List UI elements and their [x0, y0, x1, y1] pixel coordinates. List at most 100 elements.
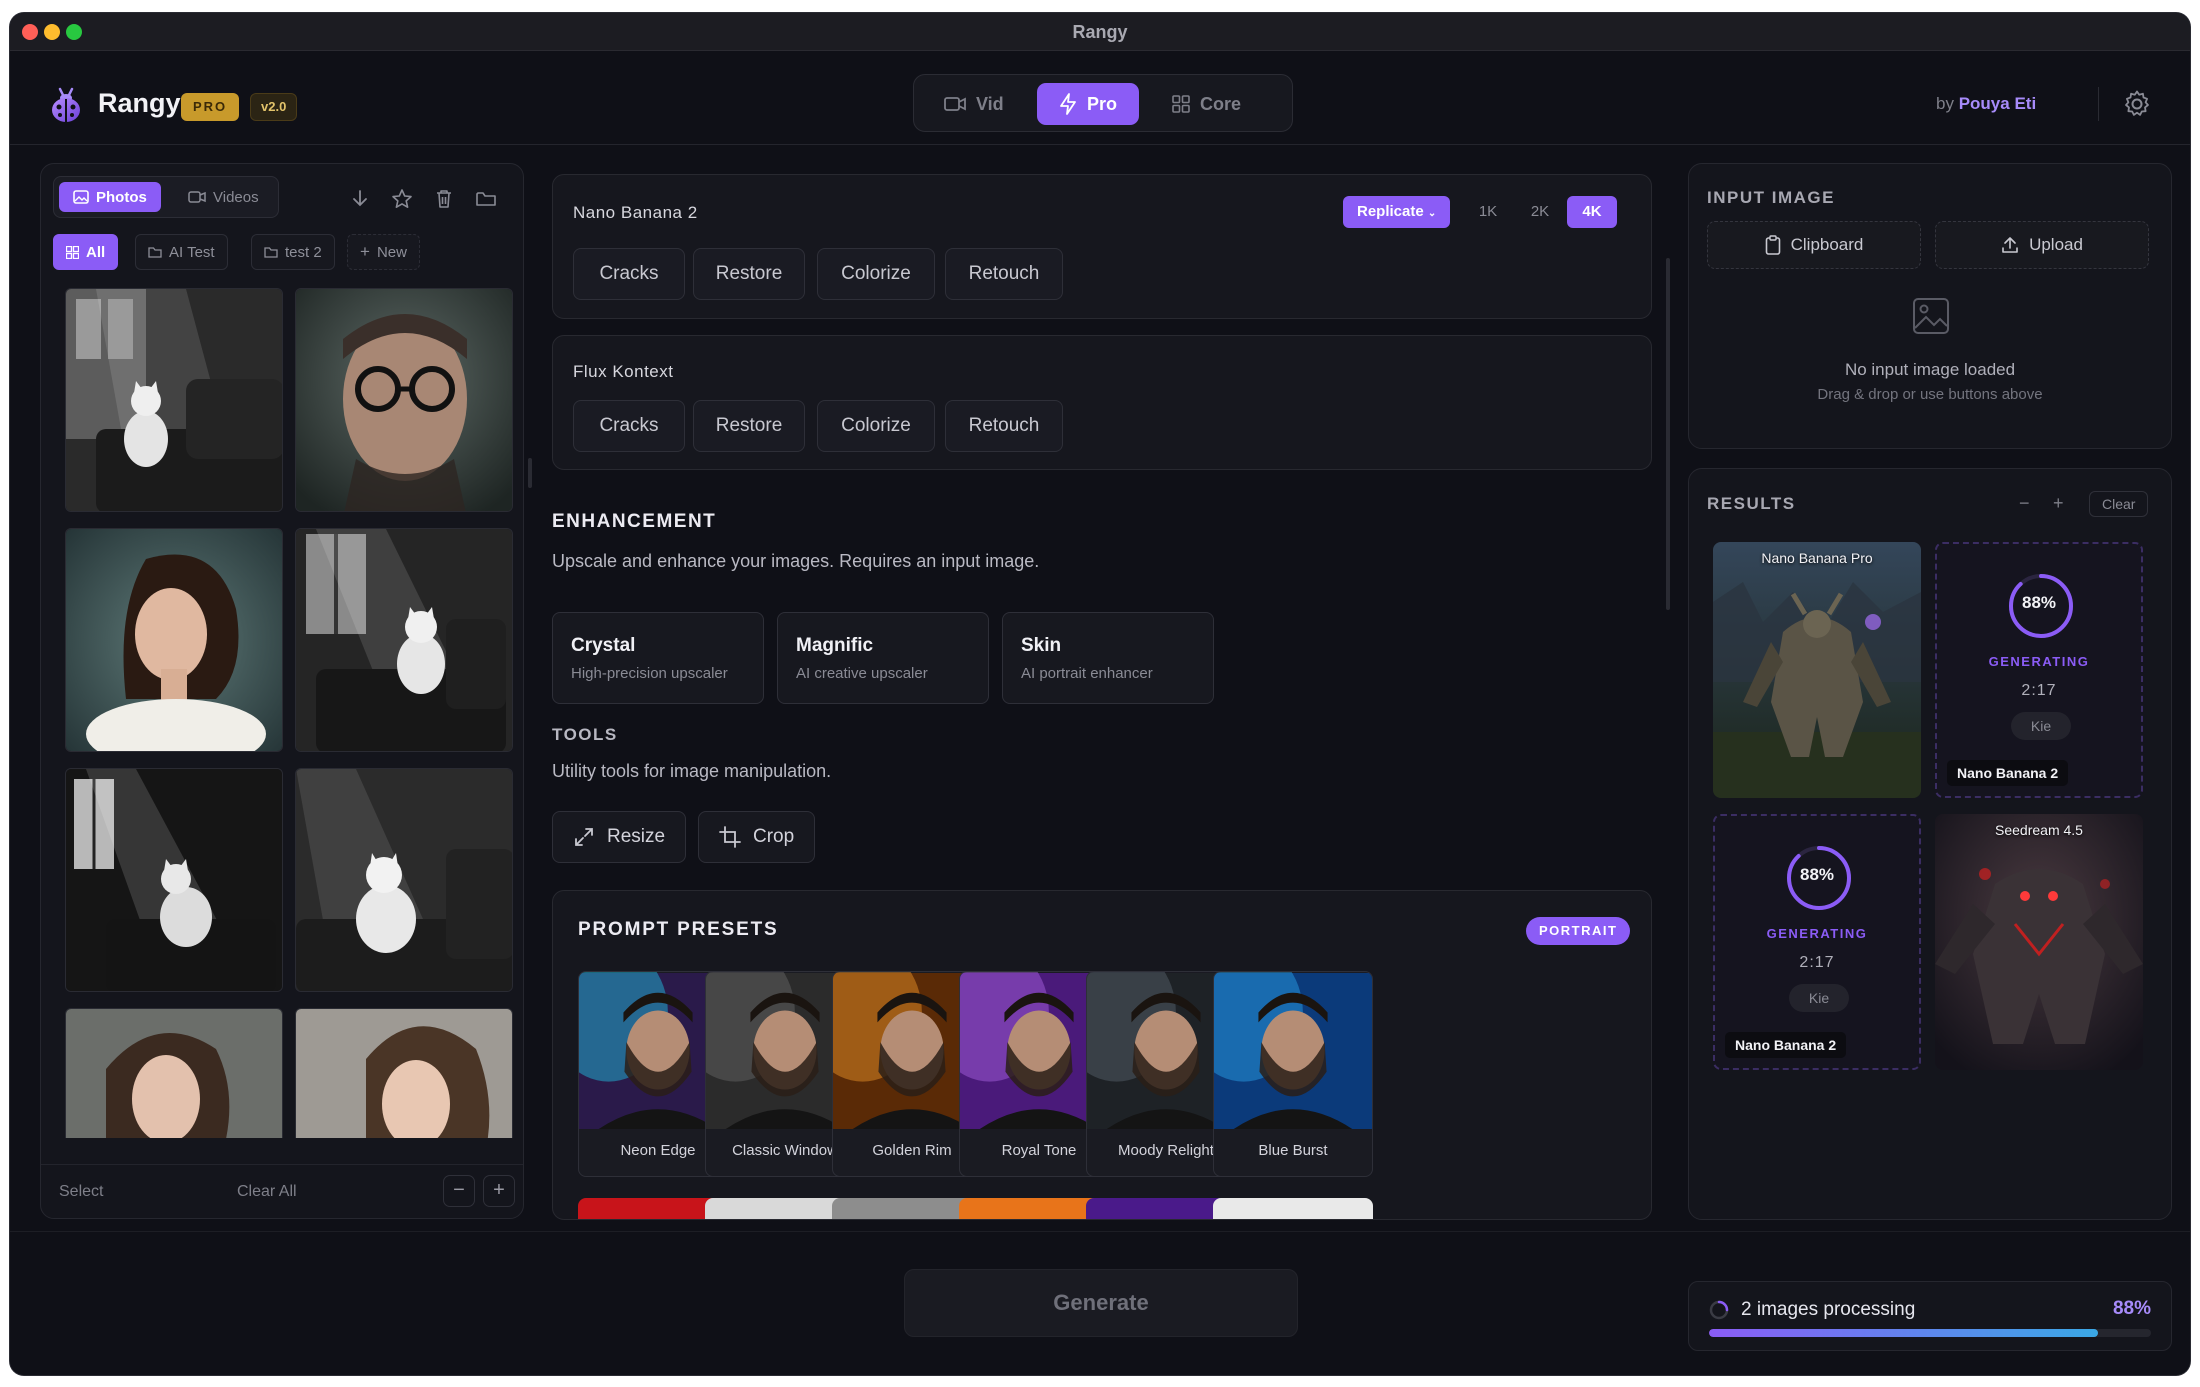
enhancer-magnific[interactable]: Magnific AI creative upscaler	[777, 612, 989, 704]
cracks-button[interactable]: Cracks	[573, 400, 685, 452]
result-model-chip: Nano Banana 2	[1947, 760, 2069, 786]
folder-chip-test-2[interactable]: test 2	[251, 234, 335, 270]
videos-tab[interactable]: Videos	[174, 182, 273, 212]
enhancement-title: ENHANCEMENT	[552, 511, 717, 532]
input-image-panel: INPUT IMAGE Clipboard Upload No input im…	[1688, 163, 2172, 449]
video-icon	[188, 191, 206, 203]
thumbnail-cat-armchair[interactable]	[65, 288, 283, 512]
generating-card: 88% GENERATING 2:17 Kie Nano Banana 2	[1713, 814, 1921, 1070]
provider-dropdown[interactable]: Replicate ⌄	[1343, 196, 1451, 228]
mode-pro-tab[interactable]: Pro	[1037, 83, 1140, 125]
generate-button[interactable]: Generate	[904, 1269, 1298, 1337]
resolution-1k[interactable]: 1K	[1463, 196, 1513, 228]
result-model-name: Seedream 4.5	[1995, 822, 2083, 838]
photos-tab[interactable]: Photos	[59, 182, 161, 212]
library-scrollbar[interactable]	[528, 458, 532, 488]
retouch-button[interactable]: Retouch	[945, 248, 1063, 300]
resize-button[interactable]: Resize	[552, 811, 687, 863]
cat-window-image	[296, 529, 512, 751]
chevron-down-icon: ⌄	[1427, 208, 1437, 219]
center-scrollbar[interactable]	[1666, 258, 1670, 610]
crop-button[interactable]: Crop	[698, 811, 816, 863]
cat-chair-dark-image	[66, 769, 282, 991]
clipboard-button[interactable]: Clipboard	[1707, 221, 1921, 269]
download-icon[interactable]	[349, 188, 371, 210]
enhancer-desc: High-precision upscaler	[571, 665, 728, 682]
mode-vid-tab[interactable]: Vid	[922, 83, 1026, 125]
spinner-icon	[1709, 1300, 1729, 1320]
woman-portrait-2-image	[296, 1009, 512, 1138]
new-folder-chip[interactable]: + New	[347, 234, 420, 270]
result-card[interactable]: Seedream 4.5	[1935, 814, 2143, 1070]
author-credit: by Pouya Eti	[1936, 94, 2036, 114]
preset-card[interactable]	[1213, 1198, 1373, 1219]
gear-icon[interactable]	[2122, 89, 2152, 119]
colorize-button[interactable]: Colorize	[817, 400, 935, 452]
processing-text: 2 images processing	[1741, 1299, 1916, 1320]
folder-icon[interactable]	[475, 188, 497, 210]
colorize-button[interactable]: Colorize	[817, 248, 935, 300]
preset-category-badge[interactable]: PORTRAIT	[1526, 917, 1631, 945]
result-card[interactable]: Nano Banana Pro	[1713, 542, 1921, 798]
provider-label: Replicate	[1357, 203, 1424, 220]
results-title: RESULTS	[1707, 494, 1796, 513]
thumbnail-woman-bob[interactable]	[65, 528, 283, 752]
version-badge: v2.0	[250, 93, 298, 121]
resize-label: Resize	[607, 826, 666, 847]
preset-label: Blue Burst	[1258, 1142, 1328, 1159]
photos-tab-label: Photos	[96, 188, 147, 206]
result-model-name: Nano Banana Pro	[1761, 550, 1873, 566]
enhancer-desc: AI portrait enhancer	[1021, 665, 1153, 682]
enhancer-name: Magnific	[796, 635, 874, 656]
red-demon-image	[1935, 814, 2143, 1070]
select-button[interactable]: Select	[59, 1183, 103, 1201]
header-divider	[2098, 87, 2099, 121]
cracks-button[interactable]: Cracks	[573, 248, 685, 300]
enhancer-crystal[interactable]: Crystal High-precision upscaler	[552, 612, 764, 704]
image-placeholder-icon	[1913, 298, 1949, 334]
clear-all-button[interactable]: Clear All	[237, 1183, 297, 1201]
provider-pill: Kie	[1789, 984, 1849, 1012]
results-zoom-out[interactable]: −	[2019, 493, 2030, 514]
clear-results-button[interactable]: Clear	[2089, 491, 2149, 517]
results-panel: RESULTS − + Clear Nano Banana Pro 88% GE…	[1688, 468, 2172, 1220]
man-glasses-image	[296, 289, 512, 511]
thumbnail-cat-chair-dark[interactable]	[65, 768, 283, 992]
star-icon[interactable]	[391, 188, 413, 210]
mode-core-tab[interactable]: Core	[1150, 83, 1263, 125]
mode-switcher: Vid Pro Core	[913, 74, 1293, 132]
thumbnail-cat-chair-light[interactable]	[295, 768, 513, 992]
zoom-in-button[interactable]: +	[483, 1175, 515, 1207]
generating-status: GENERATING	[1766, 926, 1868, 941]
preset-card[interactable]: Blue Burst	[1213, 971, 1373, 1177]
folder-chip-ai-test[interactable]: AI Test	[135, 234, 228, 270]
upload-button[interactable]: Upload	[1935, 221, 2149, 269]
crop-label: Crop	[753, 826, 795, 847]
author-link[interactable]: Pouya Eti	[1959, 94, 2036, 113]
enhancer-skin[interactable]: Skin AI portrait enhancer	[1002, 612, 1214, 704]
thumbnail-woman-portrait[interactable]	[65, 1008, 283, 1138]
restore-button[interactable]: Restore	[693, 400, 805, 452]
generating-status: GENERATING	[1988, 654, 2090, 669]
retouch-button[interactable]: Retouch	[945, 400, 1063, 452]
thumbnail-woman-portrait-2[interactable]	[295, 1008, 513, 1138]
restore-button[interactable]: Restore	[693, 248, 805, 300]
results-zoom-in[interactable]: +	[2053, 493, 2064, 514]
processing-percent: 88%	[2112, 1298, 2151, 1319]
model-name: Flux Kontext	[573, 362, 674, 381]
pro-badge: PRO	[181, 93, 240, 121]
model-card-nano-banana: Nano Banana 2 Replicate ⌄ 1K 2K 4K Crack…	[552, 174, 1652, 319]
thumbnail-cat-window[interactable]	[295, 528, 513, 752]
resolution-4k[interactable]: 4K	[1567, 196, 1617, 228]
clipboard-icon	[1765, 235, 1780, 255]
trash-icon[interactable]	[433, 188, 455, 210]
tools-description: Utility tools for image manipulation.	[552, 761, 832, 781]
app-window: Rangy Rangy PRO v2.0 Vid Pro Core by Pou…	[10, 13, 2190, 1375]
title-bar: Rangy	[10, 13, 2190, 51]
model-card-flux-kontext: Flux Kontext Cracks Restore Colorize Ret…	[552, 335, 1652, 470]
zoom-out-button[interactable]: −	[443, 1175, 475, 1207]
thumbnail-man-glasses[interactable]	[295, 288, 513, 512]
prompt-presets-panel: PROMPT PRESETS PORTRAIT Neon Edge Classic…	[552, 890, 1652, 1220]
folder-chip-all[interactable]: All	[53, 234, 119, 270]
resolution-2k[interactable]: 2K	[1515, 196, 1565, 228]
